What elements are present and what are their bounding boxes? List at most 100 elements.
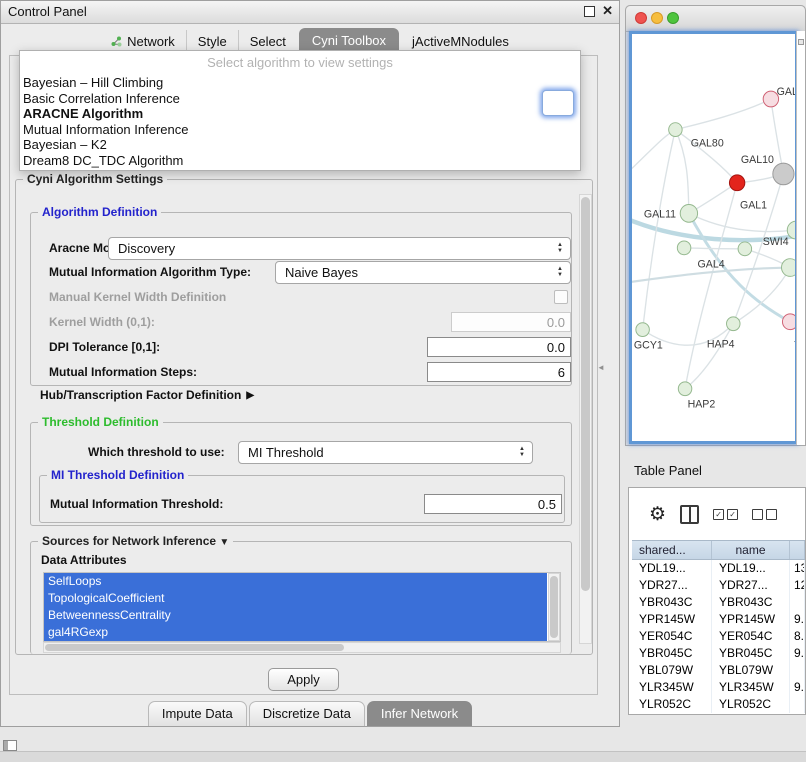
network-tab-icon	[111, 36, 122, 47]
unchecked-pair-icon[interactable]	[752, 509, 777, 520]
network-canvas[interactable]: GAL80GALGAL10GAL1GAL11SWI4GAL4HAP4YGCY1H…	[629, 31, 798, 444]
algorithm-option[interactable]: Basic Correlation Inference	[20, 91, 580, 107]
mi-type-value: Naive Bayes	[285, 265, 358, 280]
mi-steps-field[interactable]: 6	[427, 362, 571, 382]
mi-threshold-field[interactable]: 0.5	[424, 494, 562, 514]
which-threshold-label: Which threshold to use:	[88, 441, 225, 464]
table-cell: YLR345W	[632, 679, 712, 696]
tab-infer-network[interactable]: Infer Network	[367, 701, 472, 726]
network-node-label: GAL11	[644, 208, 676, 220]
network-node[interactable]	[773, 163, 794, 185]
kernel-width-label: Kernel Width (0,1):	[49, 311, 155, 333]
kernel-width-field[interactable]: 0.0	[451, 312, 571, 332]
settings-legend: Cyni Algorithm Settings	[23, 172, 167, 186]
dock-panel-icon[interactable]	[3, 740, 17, 751]
network-node[interactable]	[678, 382, 692, 396]
splitter-collapse-icon[interactable]: ◄	[597, 363, 605, 372]
algorithm-combo-button[interactable]	[542, 90, 574, 116]
sources-group: Sources for Network Inference ▼ Data Att…	[30, 541, 572, 654]
attribute-list-vscrollbar[interactable]	[548, 573, 560, 641]
zoom-traffic-light-icon[interactable]	[667, 12, 679, 24]
network-node-label: GCY1	[634, 339, 663, 351]
network-node-label: Y	[794, 339, 795, 351]
network-node-label: HAP4	[707, 338, 735, 350]
attribute-item[interactable]: gal4RGexp	[44, 624, 547, 641]
algorithm-option[interactable]: Bayesian – K2	[20, 137, 580, 153]
network-node[interactable]	[729, 175, 744, 191]
mi-threshold-group: MI Threshold Definition Mutual Informati…	[39, 475, 565, 523]
threshold-definition-group: Threshold Definition Which threshold to …	[30, 422, 572, 526]
algorithm-definition-group: Algorithm Definition Aracne Mode: Discov…	[30, 212, 572, 386]
network-node[interactable]	[636, 323, 650, 337]
table-header-cell[interactable]: name	[712, 541, 790, 559]
scroll-fragment-icon	[798, 39, 804, 45]
table-row[interactable]: YBR045CYBR045C9.	[632, 645, 805, 662]
window-float-icon[interactable]	[584, 6, 595, 17]
chevron-updown-icon: ▲▼	[555, 242, 565, 254]
table-cell: YBR043C	[632, 594, 712, 611]
window-close-icon[interactable]: ✕	[602, 4, 613, 18]
close-traffic-light-icon[interactable]	[635, 12, 647, 24]
network-node-label: GAL	[777, 86, 795, 98]
table-cell	[790, 662, 805, 679]
table-cell	[790, 594, 805, 611]
network-node[interactable]	[669, 123, 683, 137]
mi-type-label: Mutual Information Algorithm Type:	[49, 261, 251, 284]
settings-scrollbar[interactable]	[579, 194, 592, 644]
table-row[interactable]: YBR043CYBR043C	[632, 594, 805, 611]
which-threshold-select[interactable]: MI Threshold ▲▼	[238, 441, 533, 464]
algorithm-option[interactable]: Dream8 DC_TDC Algorithm	[20, 153, 580, 169]
checked-pair-icon[interactable]	[713, 509, 738, 520]
network-scroll-strip[interactable]	[796, 31, 805, 445]
network-node[interactable]	[727, 317, 741, 331]
table-row[interactable]: YPR145WYPR145W9.	[632, 611, 805, 628]
algorithm-option[interactable]: ARACNE Algorithm	[20, 106, 580, 122]
attribute-item[interactable]: BetweennessCentrality	[44, 607, 547, 624]
algorithm-definition-legend: Algorithm Definition	[38, 205, 161, 219]
window-title: Control Panel	[8, 4, 87, 19]
table-row[interactable]: YBL079WYBL079W	[632, 662, 805, 679]
network-edge	[675, 99, 770, 130]
table-header-cell[interactable]: shared...	[632, 541, 712, 559]
attribute-item[interactable]: SelfLoops	[44, 573, 547, 590]
network-node[interactable]	[738, 242, 752, 256]
table-row[interactable]: YDL19...YDL19...13	[632, 560, 805, 577]
table-panel-title: Table Panel	[634, 463, 702, 478]
network-node-label: GAL10	[741, 154, 774, 166]
attribute-list[interactable]: SelfLoopsTopologicalCoefficientBetweenne…	[43, 572, 561, 642]
desktop: Control Panel ✕ Network Style Select Cyn…	[0, 0, 806, 762]
gear-icon[interactable]: ⚙	[649, 505, 666, 524]
network-node[interactable]	[680, 204, 697, 222]
table-cell: YPR145W	[712, 611, 790, 628]
network-node[interactable]	[782, 314, 795, 330]
table-row[interactable]: YDR27...YDR27...12	[632, 577, 805, 594]
tab-impute-data[interactable]: Impute Data	[148, 701, 247, 726]
algorithm-option[interactable]: Mutual Information Inference	[20, 122, 580, 138]
dpi-tolerance-field[interactable]: 0.0	[427, 337, 571, 357]
columns-icon[interactable]	[680, 505, 699, 524]
control-panel-titlebar[interactable]: Control Panel ✕	[1, 1, 619, 24]
table-panel-window: ⚙ shared...name YDL19...YDL19...13YDR27.…	[628, 487, 806, 715]
network-window-titlebar[interactable]	[626, 6, 805, 32]
sources-legend[interactable]: Sources for Network Inference ▼	[38, 534, 233, 548]
attribute-item[interactable]: TopologicalCoefficient	[44, 590, 547, 607]
table-cell: YER054C	[632, 628, 712, 645]
tab-discretize-data[interactable]: Discretize Data	[249, 701, 365, 726]
minimize-traffic-light-icon[interactable]	[651, 12, 663, 24]
attribute-list-hscrollbar[interactable]	[43, 642, 561, 653]
table-row[interactable]: YLR052CYLR052C	[632, 696, 805, 713]
algorithm-option[interactable]: Bayesian – Hill Climbing	[20, 75, 580, 91]
table-header-cell[interactable]	[790, 541, 805, 559]
table-cell: YPR145W	[632, 611, 712, 628]
hub-definition-expander[interactable]: Hub/Transcription Factor Definition ▶	[40, 387, 254, 403]
table-row[interactable]: YLR345WYLR345W9.	[632, 679, 805, 696]
aracne-mode-value: Discovery	[118, 241, 175, 256]
table-toolbar: ⚙	[629, 488, 805, 540]
network-node[interactable]	[677, 241, 691, 255]
table-row[interactable]: YER054CYER054C8.	[632, 628, 805, 645]
network-node[interactable]	[781, 259, 795, 277]
manual-kernel-checkbox[interactable]	[554, 290, 568, 304]
mi-type-select[interactable]: Naive Bayes ▲▼	[275, 261, 571, 284]
aracne-mode-select[interactable]: Discovery ▲▼	[108, 237, 571, 260]
apply-button[interactable]: Apply	[268, 668, 339, 691]
